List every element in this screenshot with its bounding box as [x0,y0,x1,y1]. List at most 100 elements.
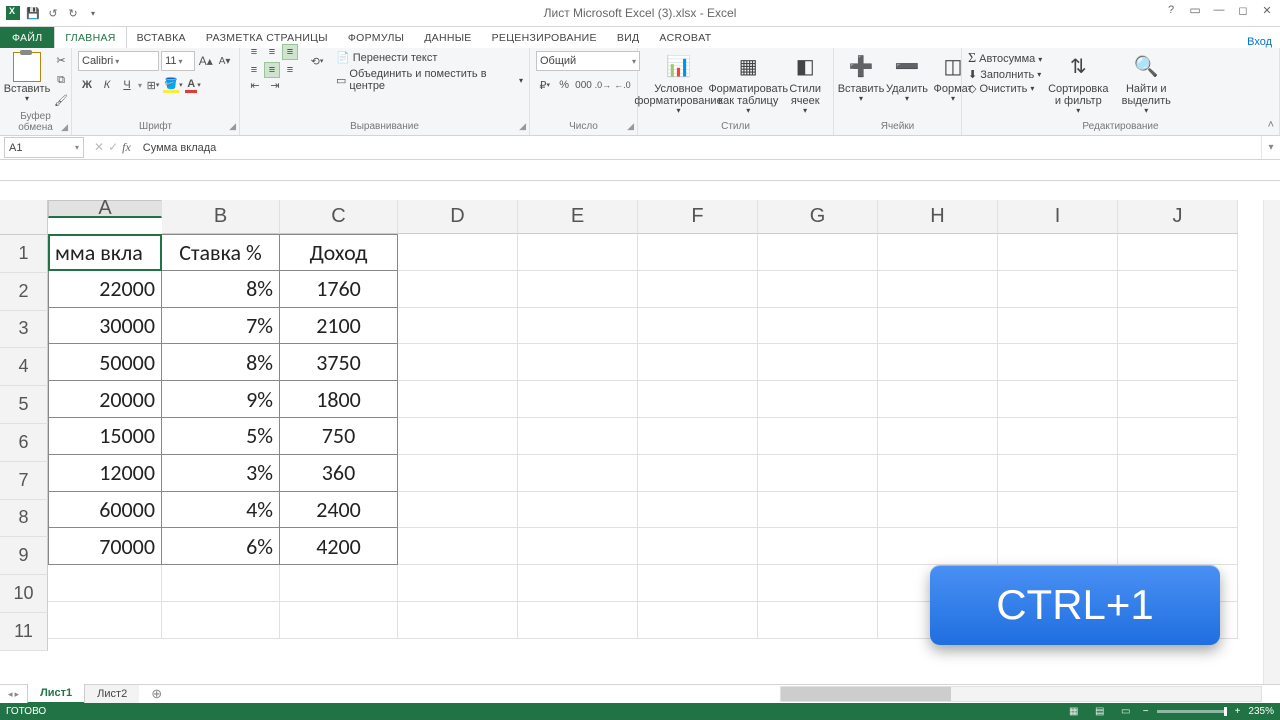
cell[interactable] [878,271,998,308]
cell[interactable] [638,492,758,529]
cell[interactable] [998,528,1118,565]
cell[interactable] [1118,418,1238,455]
cell[interactable] [398,602,518,639]
cell[interactable]: Доход [280,234,398,271]
decrease-indent-icon[interactable]: ⇤ [246,76,264,94]
cell[interactable] [398,528,518,565]
cell[interactable] [758,455,878,492]
tab-data[interactable]: ДАННЫЕ [414,27,481,48]
qat-dropdown-icon[interactable]: ▾ [84,4,102,22]
tab-insert[interactable]: ВСТАВКА [127,27,196,48]
page-break-view-icon[interactable]: ▭ [1117,705,1135,718]
borders-icon[interactable]: ⊞▾ [144,76,162,94]
wrap-text-button[interactable]: 📄Перенести текст [336,51,523,64]
cell[interactable]: 4200 [280,528,398,565]
cell[interactable]: 3750 [280,344,398,381]
cell[interactable]: мма вкла [48,234,162,271]
cell[interactable] [48,602,162,639]
maximize-icon[interactable]: ◻ [1232,2,1254,18]
cell[interactable]: 6% [162,528,280,565]
row-header[interactable]: 2 [0,273,48,311]
cell[interactable] [758,381,878,418]
cell[interactable] [998,381,1118,418]
underline-button[interactable]: Ч [118,76,136,94]
collapse-ribbon-icon[interactable]: ˄ [1268,119,1274,131]
cell[interactable] [758,344,878,381]
cell[interactable] [998,418,1118,455]
font-color-icon[interactable]: A▾ [184,76,202,94]
cell[interactable] [518,271,638,308]
cell[interactable] [758,234,878,271]
cell[interactable] [1118,492,1238,529]
cell[interactable] [1118,308,1238,345]
find-select-button[interactable]: 🔍Найти и выделить▾ [1114,51,1178,118]
cell[interactable] [518,308,638,345]
cell[interactable] [398,381,518,418]
font-name-select[interactable]: Calibri▾ [78,51,159,71]
select-all-button[interactable] [0,200,48,235]
column-header[interactable]: F [638,200,758,234]
cell[interactable] [1118,455,1238,492]
zoom-slider[interactable] [1157,710,1227,713]
paste-button[interactable]: Вставить ▾ [6,51,48,106]
cell[interactable] [638,381,758,418]
sheet-tab[interactable]: Лист1 [27,684,85,704]
tab-formulas[interactable]: ФОРМУЛЫ [338,27,414,48]
sign-in-link[interactable]: Вход [1247,36,1272,48]
tab-file[interactable]: ФАЙЛ [0,27,54,48]
cell[interactable] [518,455,638,492]
cell[interactable]: 360 [280,455,398,492]
cell[interactable]: Ставка % [162,234,280,271]
cell[interactable] [518,381,638,418]
sort-filter-button[interactable]: ⇅Сортировка и фильтр▾ [1046,51,1110,118]
cell[interactable] [398,418,518,455]
autosum-button[interactable]: ΣАвтосумма▾ [968,51,1042,67]
tab-review[interactable]: РЕЦЕНЗИРОВАНИЕ [482,27,607,48]
font-size-select[interactable]: 11▾ [161,51,195,71]
cell[interactable] [398,492,518,529]
dialog-launcher-icon[interactable]: ◢ [627,121,634,132]
row-header[interactable]: 10 [0,575,48,613]
cell[interactable] [518,344,638,381]
redo-icon[interactable]: ↻ [64,4,82,22]
cut-icon[interactable]: ✂ [52,51,70,69]
cell[interactable]: 8% [162,271,280,308]
cell[interactable] [638,271,758,308]
cell[interactable]: 2100 [280,308,398,345]
delete-cells-button[interactable]: ➖Удалить▾ [886,51,928,106]
cell[interactable]: 2400 [280,492,398,529]
cell[interactable] [758,602,878,639]
column-header[interactable]: A [48,200,162,218]
bold-button[interactable]: Ж [78,76,96,94]
cell[interactable]: 1800 [280,381,398,418]
conditional-formatting-button[interactable]: 📊Условное форматирование▾ [644,51,713,118]
italic-button[interactable]: К [98,76,116,94]
save-icon[interactable]: 💾 [24,4,42,22]
row-header[interactable]: 3 [0,311,48,349]
cell[interactable] [758,492,878,529]
format-as-table-button[interactable]: ▦Форматировать как таблицу▾ [717,51,779,118]
dialog-launcher-icon[interactable]: ◢ [61,122,68,133]
decrease-font-icon[interactable]: A▾ [216,52,233,70]
cell[interactable] [518,418,638,455]
tab-home[interactable]: ГЛАВНАЯ [54,26,126,48]
row-header[interactable]: 7 [0,462,48,500]
minimize-icon[interactable]: ― [1208,2,1230,18]
cell[interactable] [398,271,518,308]
cell[interactable]: 750 [280,418,398,455]
align-bottom-icon[interactable]: ≡ [282,44,298,60]
cell[interactable] [518,234,638,271]
cell[interactable] [1118,344,1238,381]
zoom-out-icon[interactable]: − [1143,706,1149,717]
increase-indent-icon[interactable]: ⇥ [266,76,284,94]
cell[interactable] [162,565,280,602]
cell[interactable]: 15000 [48,418,162,455]
cell[interactable] [998,234,1118,271]
cell[interactable]: 9% [162,381,280,418]
cell[interactable] [518,528,638,565]
cancel-icon[interactable]: ✕ [94,140,104,155]
tab-view[interactable]: ВИД [607,27,650,48]
cell[interactable] [638,344,758,381]
formula-input[interactable]: Сумма вклада [137,142,1261,154]
cell[interactable] [878,308,998,345]
